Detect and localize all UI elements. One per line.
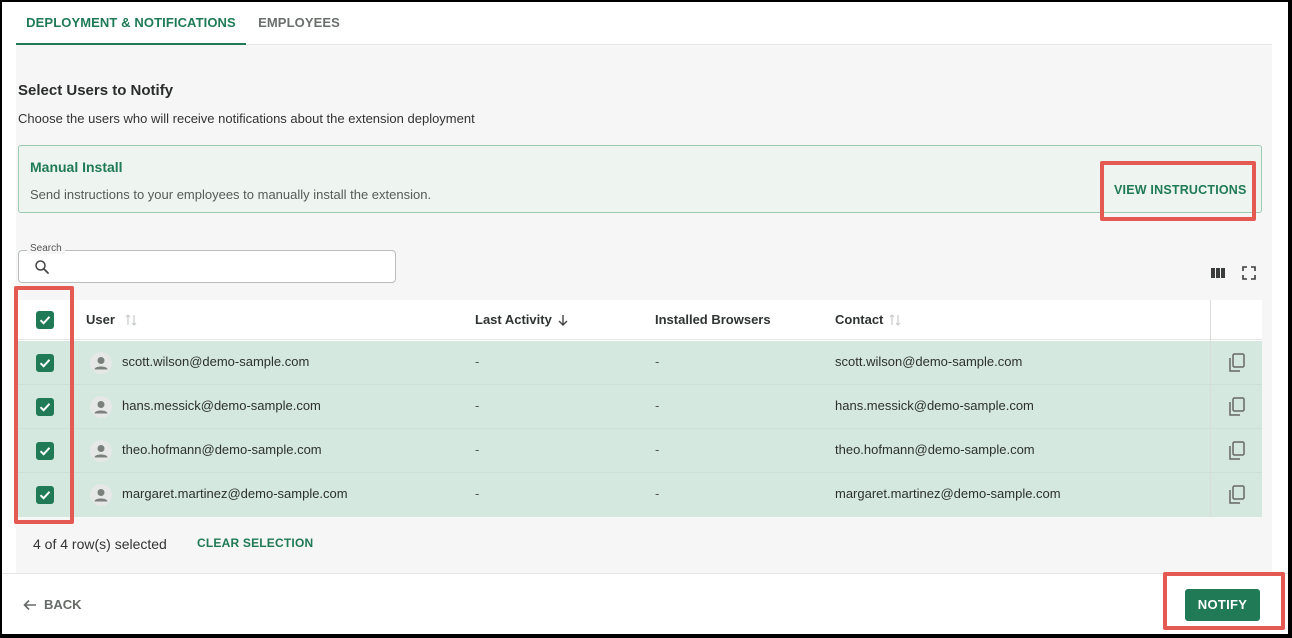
users-table: User Last Activity Installed Browsers Co…	[18, 300, 1262, 517]
manual-install-card: Manual Install Send instructions to your…	[18, 145, 1262, 213]
select-all-checkbox[interactable]	[36, 311, 54, 329]
table-header: User Last Activity Installed Browsers Co…	[18, 300, 1262, 340]
copy-icon[interactable]	[1228, 441, 1246, 461]
last-activity: -	[475, 486, 480, 501]
row-checkbox[interactable]	[36, 442, 54, 460]
contact-email: hans.messick@demo-sample.com	[835, 398, 1034, 413]
copy-icon[interactable]	[1228, 353, 1246, 373]
avatar	[90, 396, 112, 418]
installed-browsers: -	[655, 486, 660, 501]
user-icon	[94, 357, 108, 370]
search-icon	[35, 260, 49, 274]
avatar	[90, 484, 112, 506]
installed-browsers: -	[655, 398, 660, 413]
last-activity: -	[475, 398, 480, 413]
arrow-down-icon[interactable]	[556, 312, 570, 328]
table-row[interactable]: hans.messick@demo-sample.com - - hans.me…	[18, 385, 1262, 429]
view-instructions-button[interactable]: VIEW INSTRUCTIONS	[1114, 183, 1247, 197]
table-row[interactable]: margaret.martinez@demo-sample.com - - ma…	[18, 473, 1262, 517]
installed-browsers: -	[655, 442, 660, 457]
user-icon	[94, 401, 108, 414]
fullscreen-icon[interactable]	[1241, 265, 1257, 281]
table-row[interactable]: scott.wilson@demo-sample.com - - scott.w…	[18, 341, 1262, 385]
user-email: hans.messick@demo-sample.com	[122, 398, 321, 413]
section-description: Choose the users who will receive notifi…	[18, 111, 475, 126]
column-header-contact[interactable]: Contact	[835, 312, 883, 327]
column-header-installed-browsers: Installed Browsers	[655, 312, 771, 327]
section-title: Select Users to Notify	[18, 82, 174, 99]
main-content: Select Users to Notify Choose the users …	[16, 45, 1272, 573]
arrow-left-icon	[23, 599, 36, 611]
row-checkbox[interactable]	[36, 398, 54, 416]
column-header-user[interactable]: User	[86, 312, 115, 327]
clear-selection-button[interactable]: CLEAR SELECTION	[197, 536, 313, 550]
user-email: margaret.martinez@demo-sample.com	[122, 486, 348, 501]
user-email: scott.wilson@demo-sample.com	[122, 354, 310, 369]
tab-deployment-notifications[interactable]: DEPLOYMENT & NOTIFICATIONS	[16, 2, 246, 45]
avatar	[90, 352, 112, 374]
action-bar: BACK NOTIFY	[2, 573, 1288, 634]
tab-employees[interactable]: EMPLOYEES	[256, 2, 342, 44]
manual-install-title: Manual Install	[30, 159, 123, 175]
user-email: theo.hofmann@demo-sample.com	[122, 442, 322, 457]
last-activity: -	[475, 442, 480, 457]
contact-email: theo.hofmann@demo-sample.com	[835, 442, 1035, 457]
row-checkbox[interactable]	[36, 486, 54, 504]
sort-icon[interactable]	[124, 312, 138, 328]
column-divider	[1210, 300, 1211, 517]
contact-email: scott.wilson@demo-sample.com	[835, 354, 1023, 369]
sort-icon[interactable]	[888, 312, 902, 328]
table-row[interactable]: theo.hofmann@demo-sample.com - - theo.ho…	[18, 429, 1262, 473]
installed-browsers: -	[655, 354, 660, 369]
search-input[interactable]	[59, 255, 389, 279]
avatar	[90, 440, 112, 462]
last-activity: -	[475, 354, 480, 369]
tab-bar: DEPLOYMENT & NOTIFICATIONS EMPLOYEES	[16, 2, 1272, 45]
search-field[interactable]: Search	[18, 243, 396, 283]
copy-icon[interactable]	[1228, 397, 1246, 417]
columns-icon[interactable]	[1210, 265, 1226, 281]
user-icon	[94, 445, 108, 458]
column-header-last-activity[interactable]: Last Activity	[475, 312, 552, 327]
copy-icon[interactable]	[1228, 485, 1246, 505]
search-label: Search	[27, 243, 65, 254]
user-icon	[94, 489, 108, 502]
manual-install-description: Send instructions to your employees to m…	[30, 187, 432, 202]
app-window: DEPLOYMENT & NOTIFICATIONS EMPLOYEES Sel…	[2, 2, 1288, 634]
contact-email: margaret.martinez@demo-sample.com	[835, 486, 1061, 501]
notify-button[interactable]: NOTIFY	[1185, 589, 1260, 621]
selection-status: 4 of 4 row(s) selected	[33, 536, 167, 552]
row-checkbox[interactable]	[36, 354, 54, 372]
back-label: BACK	[44, 597, 82, 612]
